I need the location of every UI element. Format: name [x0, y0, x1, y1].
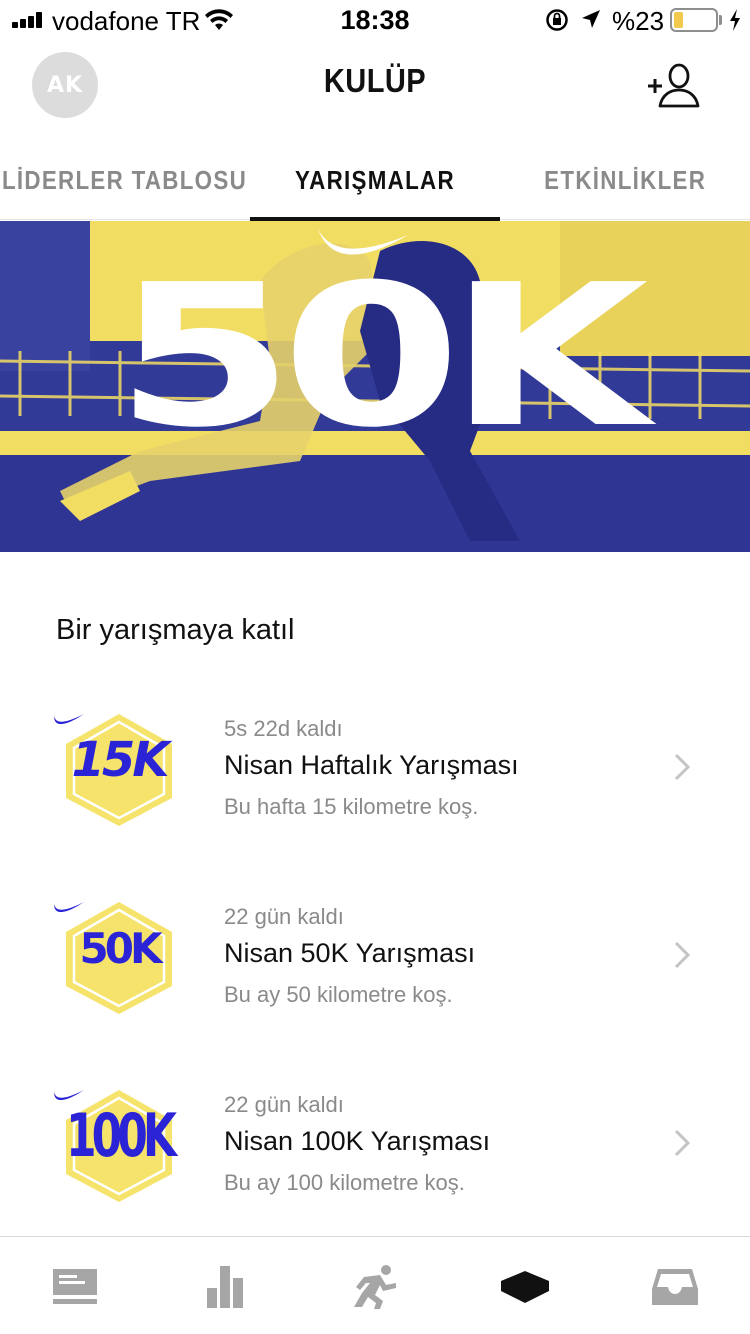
challenge-title: Nisan 50K Yarışması [224, 938, 476, 968]
challenge-time-remaining: 22 gün kaldı [224, 904, 344, 929]
challenge-hero-banner[interactable]: 50K [0, 221, 750, 552]
swoosh-icon [54, 902, 84, 913]
chevron-right-icon [674, 941, 691, 969]
tab-leaderboard[interactable]: LİDERLER TABLOSU [0, 140, 248, 220]
challenge-title: Nisan Haftalık Yarışması [224, 750, 519, 780]
section-title: Bir yarışmaya katıl [56, 614, 295, 646]
activity-bars-icon [207, 1266, 243, 1308]
location-arrow-icon [582, 10, 600, 28]
club-icon [501, 1271, 549, 1303]
rotation-lock-icon [546, 9, 568, 31]
feed-icon [53, 1269, 97, 1304]
challenge-description: Bu hafta 15 kilometre koş. [224, 794, 479, 819]
tab-inbox[interactable] [649, 1261, 701, 1313]
tab-activity[interactable] [199, 1261, 251, 1313]
status-bar: vodafone TR 18:38 %23 [0, 0, 750, 40]
add-friend-icon[interactable] [646, 62, 700, 108]
challenge-description: Bu ay 50 kilometre koş. [224, 982, 453, 1007]
swoosh-icon [54, 1090, 84, 1101]
charging-bolt-icon [730, 9, 740, 31]
challenge-description: Bu ay 100 kilometre koş. [224, 1170, 465, 1195]
tab-events[interactable]: ETKİNLİKLER [500, 140, 750, 220]
challenge-badge: 50K [52, 900, 186, 1016]
battery-level [674, 12, 683, 28]
chevron-right-icon [674, 1129, 691, 1157]
challenge-badge: 100K [52, 1088, 186, 1204]
tab-label: LİDERLER TABLOSU [1, 164, 247, 195]
challenge-time-remaining: 5s 22d kaldı [224, 716, 343, 741]
challenge-badge: 15K [52, 712, 186, 828]
page-title: KULÜP [323, 62, 427, 99]
challenge-title: Nisan 100K Yarışması [224, 1126, 491, 1156]
header: AK KULÜP [0, 40, 750, 130]
challenge-time-remaining: 22 gün kaldı [224, 1092, 344, 1117]
tab-run[interactable] [349, 1261, 401, 1313]
challenge-row-15k[interactable]: 15K 5s 22d kaldı Nisan Haftalık Yarışmas… [0, 712, 750, 862]
segment-tabs: LİDERLER TABLOSU YARIŞMALAR ETKİNLİKLER [0, 140, 750, 221]
chevron-right-icon [674, 753, 691, 781]
hero-distance-label: 50K [114, 243, 649, 471]
battery-nub [719, 15, 722, 25]
tab-challenges[interactable]: YARIŞMALAR [250, 140, 500, 221]
runner-icon [354, 1265, 396, 1309]
battery-percent: %23 [612, 6, 665, 36]
badge-label: 50K [79, 923, 163, 973]
challenge-row-50k[interactable]: 50K 22 gün kaldı Nisan 50K Yarışması Bu … [0, 900, 750, 1050]
challenge-row-100k[interactable]: 100K 22 gün kaldı Nisan 100K Yarışması B… [0, 1088, 750, 1238]
bottom-tab-bar [0, 1236, 750, 1334]
badge-label: 15K [71, 732, 170, 788]
tab-label: YARIŞMALAR [295, 164, 455, 195]
tab-label: ETKİNLİKLER [543, 164, 707, 195]
swoosh-icon [54, 714, 84, 725]
battery-icon [670, 8, 718, 32]
tab-club[interactable] [499, 1261, 551, 1313]
inbox-icon [652, 1269, 698, 1305]
tab-feed[interactable] [49, 1261, 101, 1313]
